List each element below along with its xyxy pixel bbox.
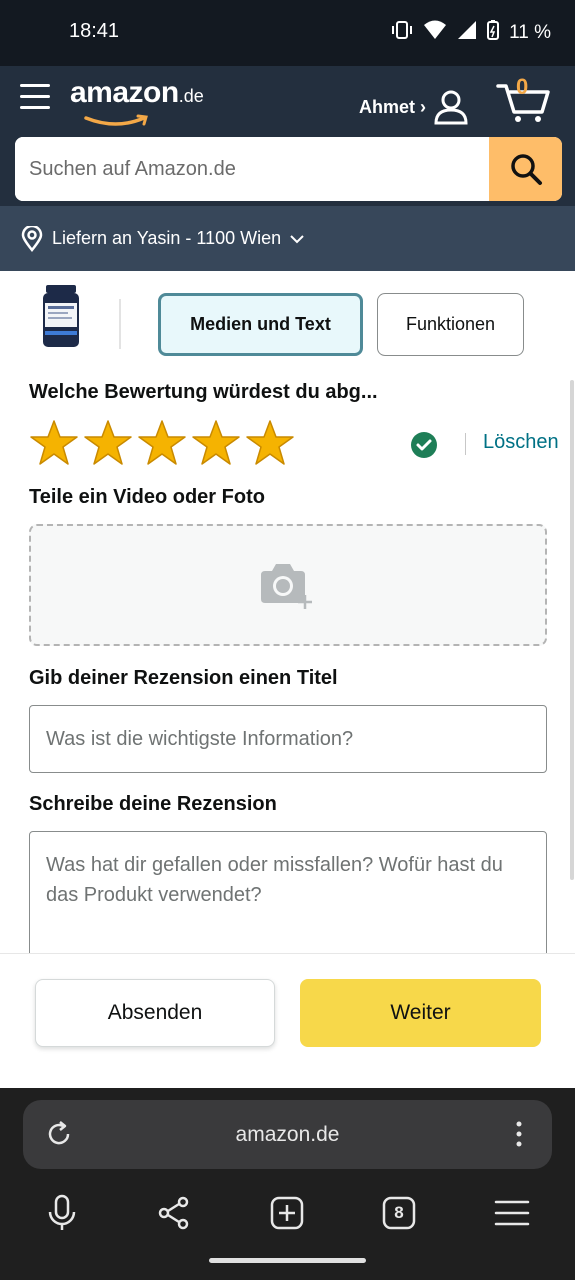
delete-rating-link[interactable]: Löschen bbox=[483, 431, 559, 454]
tab-media-text[interactable]: Medien und Text bbox=[158, 293, 363, 356]
search-bar bbox=[15, 137, 562, 201]
browser-toolbar: amazon.de 8 bbox=[0, 1088, 575, 1280]
tabs-button[interactable]: 8 bbox=[374, 1188, 424, 1238]
location-pin-icon bbox=[21, 225, 43, 252]
divider bbox=[119, 299, 121, 349]
media-upload-area[interactable] bbox=[29, 524, 547, 646]
star-icon[interactable] bbox=[191, 419, 241, 467]
menu-icon[interactable] bbox=[20, 84, 50, 112]
upload-title: Teile ein Video oder Foto bbox=[29, 486, 265, 508]
url-text: amazon.de bbox=[235, 1122, 340, 1146]
status-bar: 18:41 11 % bbox=[0, 0, 575, 66]
review-body-input[interactable] bbox=[29, 831, 547, 953]
microphone-icon[interactable] bbox=[37, 1188, 87, 1238]
chevron-down-icon bbox=[290, 234, 304, 243]
camera-add-icon bbox=[261, 564, 312, 609]
reload-icon[interactable] bbox=[45, 1120, 73, 1154]
more-options-icon[interactable] bbox=[514, 1120, 524, 1154]
rating-question: Welche Bewertung würdest du abg... bbox=[29, 381, 378, 403]
address-bar[interactable]: amazon.de bbox=[23, 1100, 552, 1169]
amazon-logo[interactable]: amazon.de bbox=[70, 76, 204, 126]
form-footer: Absenden Weiter bbox=[0, 953, 575, 1088]
search-icon bbox=[510, 154, 542, 185]
search-input[interactable] bbox=[15, 137, 489, 201]
deliver-location[interactable]: Liefern an Yasin - 1100 Wien bbox=[0, 206, 575, 271]
star-icon[interactable] bbox=[137, 419, 187, 467]
browser-menu-icon[interactable] bbox=[487, 1188, 537, 1238]
separator bbox=[465, 433, 466, 455]
status-time: 18:41 bbox=[69, 20, 120, 42]
share-icon[interactable] bbox=[149, 1188, 199, 1238]
check-circle-icon bbox=[410, 431, 438, 464]
user-icon bbox=[434, 90, 468, 125]
status-icons: 11 % bbox=[391, 20, 551, 46]
next-button[interactable]: Weiter bbox=[300, 979, 541, 1047]
review-title-label: Gib deiner Rezension einen Titel bbox=[29, 667, 338, 689]
star-icon[interactable] bbox=[29, 419, 79, 467]
product-image bbox=[40, 283, 82, 349]
account-link[interactable]: Ahmet › bbox=[359, 88, 470, 126]
battery-icon bbox=[487, 20, 500, 46]
logo-text: amazon bbox=[70, 76, 179, 109]
scrollbar[interactable] bbox=[570, 380, 574, 880]
star-icon[interactable] bbox=[83, 419, 133, 467]
smile-icon bbox=[84, 114, 148, 126]
browser-nav: 8 bbox=[0, 1188, 575, 1238]
home-indicator[interactable] bbox=[209, 1258, 366, 1263]
logo-tld: .de bbox=[178, 86, 204, 106]
vibrate-icon bbox=[391, 20, 413, 46]
site-header: amazon.de Ahmet › 0 bbox=[0, 66, 575, 206]
submit-button[interactable]: Absenden bbox=[35, 979, 275, 1047]
star-icon[interactable] bbox=[245, 419, 295, 467]
review-form: Medien und Text Funktionen Welche Bewert… bbox=[0, 271, 575, 953]
star-rating[interactable] bbox=[29, 419, 295, 467]
review-title-input[interactable] bbox=[29, 705, 547, 773]
wifi-icon bbox=[423, 20, 447, 46]
signal-icon bbox=[457, 20, 477, 46]
battery-percent: 11 % bbox=[509, 22, 551, 43]
account-label: Ahmet › bbox=[359, 96, 426, 117]
deliver-label: Liefern an Yasin - 1100 Wien bbox=[52, 228, 282, 248]
search-button[interactable] bbox=[489, 137, 562, 201]
new-tab-icon[interactable] bbox=[262, 1188, 312, 1238]
cart-button[interactable]: 0 bbox=[496, 74, 552, 124]
tab-features[interactable]: Funktionen bbox=[377, 293, 524, 356]
review-body-label: Schreibe deine Rezension bbox=[29, 793, 277, 815]
tab-count: 8 bbox=[394, 1203, 404, 1222]
cart-count: 0 bbox=[516, 74, 529, 99]
